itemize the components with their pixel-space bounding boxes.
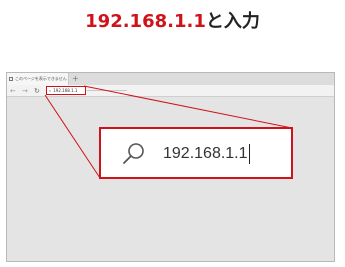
page-icon: [9, 77, 13, 81]
text-caret: [248, 143, 250, 164]
zoomed-address-value-wrap: 192.168.1.1: [163, 143, 250, 165]
tab-title: このページを表示できません: [15, 76, 67, 81]
address-bar-underline: [87, 90, 127, 91]
caption-ip-address: 192.168.1.1: [85, 11, 206, 32]
zoomed-address-bar[interactable]: 192.168.1.1: [99, 127, 293, 179]
tab-bar: このページを表示できません × +: [7, 73, 334, 85]
caption-suffix: と入力: [205, 11, 260, 32]
instruction-caption: 192.168.1.1と入力: [0, 10, 345, 34]
forward-icon[interactable]: →: [22, 86, 28, 96]
zoomed-address-value: 192.168.1.1: [163, 145, 248, 162]
new-tab-icon[interactable]: +: [72, 74, 79, 84]
back-icon[interactable]: ←: [10, 86, 16, 96]
address-bar[interactable]: ⌕ 192.168.1.1: [46, 86, 86, 95]
address-bar-value: 192.168.1.1: [53, 88, 78, 93]
search-icon: [123, 143, 144, 164]
browser-toolbar: ← → ↻ ⌕ 192.168.1.1: [7, 85, 334, 97]
browser-tab[interactable]: このページを表示できません ×: [7, 73, 69, 85]
search-icon: ⌕: [49, 88, 52, 93]
reload-icon[interactable]: ↻: [34, 86, 40, 96]
